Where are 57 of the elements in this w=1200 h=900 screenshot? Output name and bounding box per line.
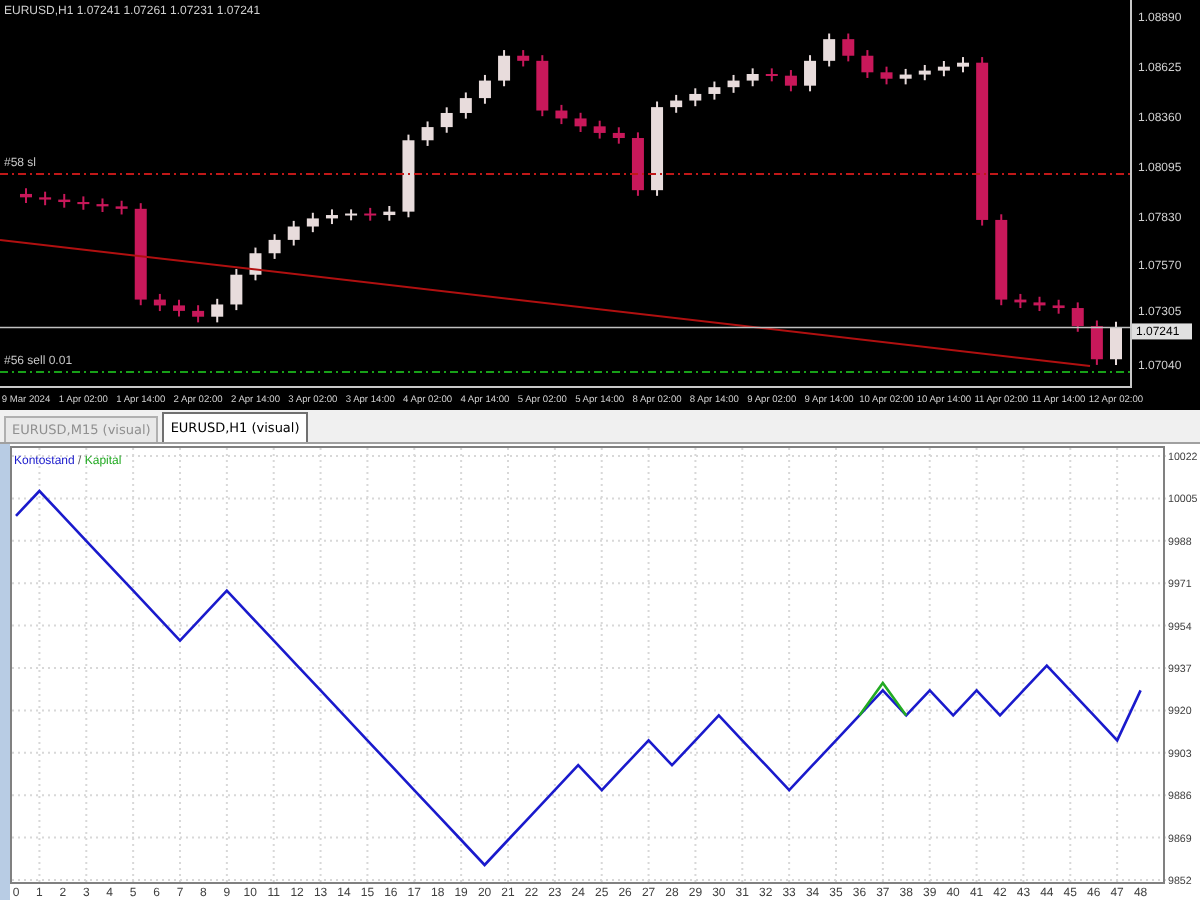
candle bbox=[325, 208, 338, 226]
candle bbox=[765, 67, 778, 83]
candle bbox=[918, 63, 931, 82]
candle bbox=[421, 120, 434, 147]
candle bbox=[1071, 301, 1084, 333]
candle bbox=[937, 60, 950, 78]
candle bbox=[536, 54, 549, 118]
candle bbox=[230, 268, 243, 312]
candle bbox=[861, 49, 874, 79]
candle bbox=[1033, 295, 1046, 313]
candle bbox=[383, 205, 396, 222]
candle bbox=[823, 32, 836, 68]
candle bbox=[153, 292, 166, 313]
candle bbox=[192, 304, 205, 324]
candle bbox=[670, 93, 683, 114]
candle bbox=[708, 80, 721, 101]
candle bbox=[746, 67, 759, 88]
candle bbox=[517, 49, 530, 68]
candle bbox=[498, 49, 511, 88]
candle bbox=[899, 67, 912, 86]
candle bbox=[268, 233, 281, 260]
candle bbox=[995, 213, 1008, 307]
candle bbox=[1110, 320, 1122, 366]
candle bbox=[593, 119, 606, 140]
candle bbox=[631, 131, 644, 197]
candle bbox=[804, 54, 817, 93]
candle bbox=[612, 126, 625, 145]
candle bbox=[77, 195, 90, 211]
candle bbox=[689, 87, 702, 108]
candle bbox=[211, 297, 224, 324]
candle bbox=[402, 133, 415, 219]
candle bbox=[842, 32, 855, 63]
candle bbox=[1090, 319, 1103, 366]
candle bbox=[20, 187, 32, 204]
candle bbox=[1052, 298, 1065, 315]
candle bbox=[173, 298, 185, 318]
candle bbox=[555, 103, 568, 126]
candle bbox=[134, 202, 147, 307]
candle bbox=[115, 199, 128, 216]
candle bbox=[306, 211, 319, 234]
candle bbox=[459, 91, 472, 120]
candle bbox=[651, 100, 664, 197]
candle bbox=[96, 197, 109, 213]
candle bbox=[727, 73, 740, 94]
candle bbox=[287, 219, 300, 247]
candle bbox=[440, 106, 453, 134]
candle bbox=[364, 206, 377, 222]
candle bbox=[249, 246, 262, 282]
candle bbox=[957, 56, 969, 74]
candle bbox=[784, 69, 797, 93]
candle bbox=[345, 208, 358, 222]
candle bbox=[880, 65, 893, 86]
candle bbox=[58, 192, 71, 209]
candle bbox=[478, 73, 491, 105]
candle bbox=[574, 111, 587, 133]
candle bbox=[1014, 292, 1027, 310]
candle bbox=[39, 190, 52, 207]
